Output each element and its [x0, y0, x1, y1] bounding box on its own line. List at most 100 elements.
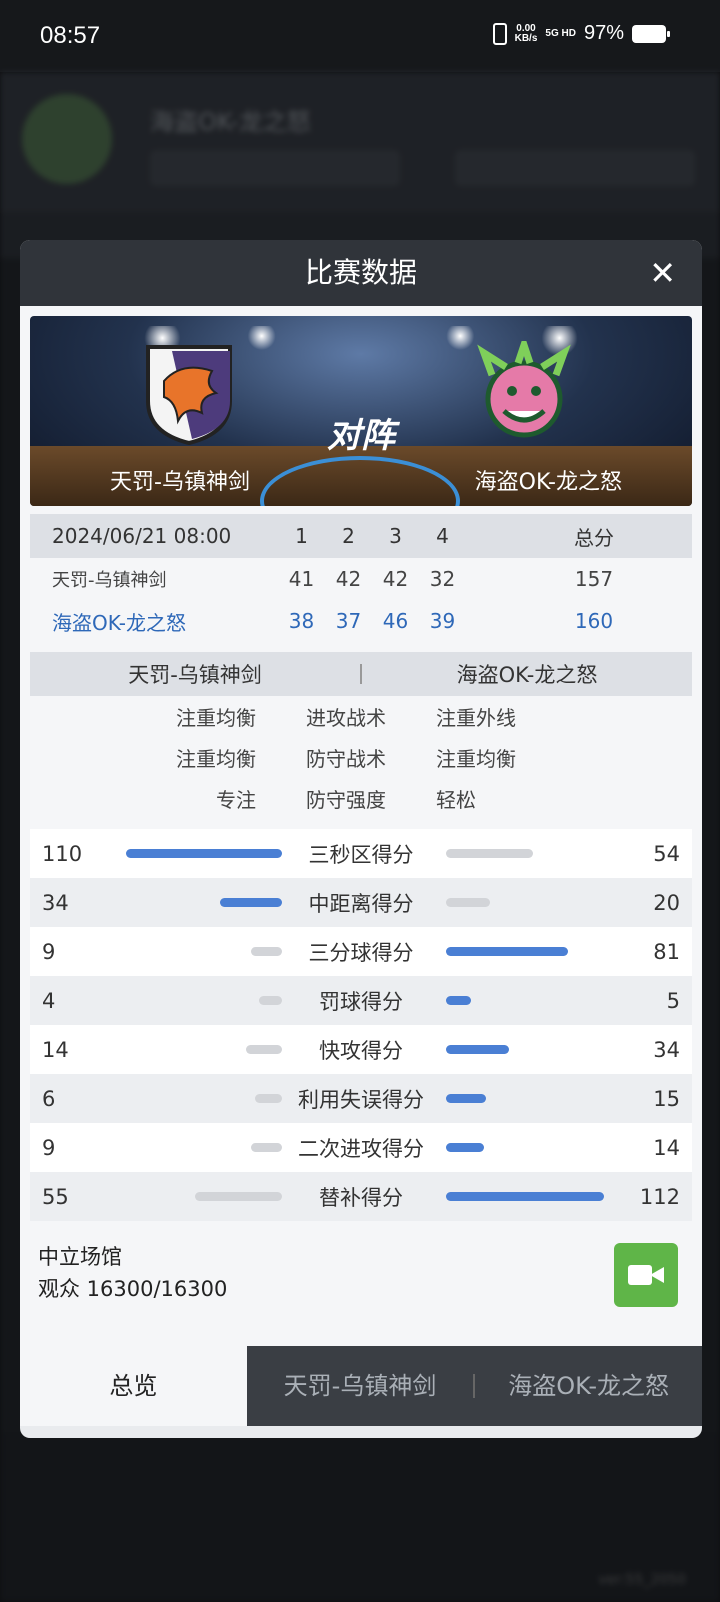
score-team-name: 天罚-乌镇神剑	[52, 570, 167, 591]
bg-header: 海盗OK-龙之怒	[0, 72, 720, 222]
stat-label: 罚球得分	[319, 989, 403, 1014]
close-icon[interactable]: ✕	[649, 240, 676, 306]
tactic-label: 进攻战术	[306, 706, 386, 730]
version-label: ver:55_2050	[598, 1572, 686, 1588]
vibrate-icon	[492, 22, 507, 45]
stat-label: 快攻得分	[319, 1038, 403, 1063]
stat-right-bar	[446, 947, 568, 956]
stat-row: 6 利用失误得分 15	[30, 1074, 692, 1123]
stat-row: 55 替补得分 112	[30, 1172, 692, 1221]
quarter-1-header: 1	[295, 524, 308, 548]
stat-right-bar	[446, 1094, 486, 1103]
video-camera-lens-icon	[650, 1267, 664, 1283]
stat-row: 14 快攻得分 34	[30, 1025, 692, 1074]
tactic-row: 注重均衡 进攻战术 注重外线	[30, 696, 692, 737]
bg-gem-field	[455, 150, 695, 186]
battery-percent: 97%	[583, 22, 624, 44]
video-camera-icon	[628, 1265, 652, 1285]
score-q2: 42	[335, 567, 362, 591]
score-q4: 39	[429, 609, 456, 633]
signal-icon: 5G HD	[545, 27, 576, 39]
tab-team1[interactable]: 天罚-乌镇神剑	[247, 1346, 474, 1426]
stat-right-value: 34	[653, 1037, 680, 1062]
stat-label: 二次进攻得分	[298, 1136, 424, 1161]
battery-icon	[632, 24, 670, 43]
attendance: 观众 16300/16300	[38, 1277, 228, 1301]
tactic-left: 专注	[216, 788, 256, 812]
tactic-right: 注重外线	[436, 706, 516, 730]
bg-team-title: 海盗OK-龙之怒	[150, 108, 311, 136]
stat-right-bar	[446, 1045, 509, 1054]
vs-label: 对阵	[327, 416, 395, 456]
stat-label: 三秒区得分	[308, 842, 414, 867]
score-row-team1: 天罚-乌镇神剑 41 42 42 32 157	[30, 558, 692, 600]
quarter-3-header: 3	[389, 524, 402, 548]
tactic-row: 专注 防守强度 轻松	[30, 778, 692, 819]
bg-coin-field	[150, 150, 400, 186]
stat-right-value: 112	[639, 1184, 680, 1209]
score-q3: 46	[382, 609, 409, 633]
tactic-label: 防守战术	[306, 747, 386, 771]
status-bar: 08:57 0.00 KB/s 5G HD 97%	[0, 0, 720, 72]
stat-right-value: 15	[653, 1086, 680, 1111]
stat-right-value: 5	[666, 988, 680, 1013]
score-total: 160	[574, 609, 614, 633]
tactic-row: 注重均衡 防守战术 注重均衡	[30, 737, 692, 778]
clock: 08:57	[40, 22, 101, 49]
stat-right-value: 14	[653, 1135, 680, 1160]
matchup-banner: 对阵 天罚-乌镇神剑 海盗OK-龙之怒	[30, 316, 692, 506]
stat-right-value: 81	[653, 939, 680, 964]
stat-row: 34 中距离得分 20	[30, 878, 692, 927]
score-row-team2: 海盗OK-龙之怒 38 37 46 39 160	[30, 600, 692, 642]
tactic-label: 防守强度	[306, 788, 386, 812]
tactic-left: 注重均衡	[176, 747, 256, 771]
venue-name: 中立场馆	[38, 1245, 122, 1269]
stat-row: 9 二次进攻得分 14	[30, 1123, 692, 1172]
score-header: 2024/06/21 08:00 1 2 3 4 总分	[30, 514, 692, 558]
arena-lights	[30, 326, 692, 366]
status-icons: 0.00 KB/s 5G HD 97%	[492, 22, 670, 45]
total-header: 总分	[574, 525, 614, 550]
tactics-team2: 海盗OK-龙之怒	[456, 663, 598, 687]
match-datetime: 2024/06/21 08:00	[52, 524, 232, 548]
modal-tabs: 总览 天罚-乌镇神剑 海盗OK-龙之怒	[20, 1346, 702, 1426]
tab-overview[interactable]: 总览	[20, 1346, 247, 1426]
score-q1: 41	[288, 567, 315, 591]
team2-name: 海盗OK-龙之怒	[474, 470, 622, 495]
stat-right-bar	[446, 1143, 484, 1152]
stat-row: 9 三分球得分 81	[30, 927, 692, 976]
score-q1: 38	[288, 609, 315, 633]
stat-label: 利用失误得分	[298, 1087, 424, 1112]
stats-list: 110 三秒区得分 54 34 中距离得分 20 9 三分球得分 81 4 罚球得分 5 14 快攻得分 3…	[30, 829, 692, 1221]
video-button[interactable]	[614, 1243, 678, 1307]
team1-name: 天罚-乌镇神剑	[110, 470, 250, 495]
stat-label: 中距离得分	[308, 891, 414, 916]
modal-body: 对阵 天罚-乌镇神剑 海盗OK-龙之怒 2024/06/21 08:00 1 2…	[20, 306, 702, 1346]
stat-right-value: 54	[653, 841, 680, 866]
score-q3: 42	[382, 567, 409, 591]
tactics-team1: 天罚-乌镇神剑	[128, 663, 262, 687]
modal-title: 比赛数据	[304, 256, 417, 289]
stat-row: 4 罚球得分 5	[30, 976, 692, 1025]
bg-team-logo	[22, 94, 112, 184]
tactic-right: 轻松	[436, 788, 476, 812]
score-q4: 32	[429, 567, 456, 591]
net-speed: 0.00 KB/s	[514, 22, 538, 44]
match-data-modal: 比赛数据 ✕ 对阵 天罚-乌镇神剑 海盗OK-龙之怒 2024/06/21 08…	[20, 240, 702, 1438]
stat-right-bar	[446, 1192, 604, 1201]
modal-header: 比赛数据 ✕	[20, 240, 702, 306]
score-team-name: 海盗OK-龙之怒	[52, 610, 186, 635]
quarter-4-header: 4	[436, 524, 449, 548]
tactics-header: 天罚-乌镇神剑 海盗OK-龙之怒	[30, 652, 692, 696]
stat-right-bar	[446, 898, 490, 907]
tab-team2[interactable]: 海盗OK-龙之怒	[475, 1346, 702, 1426]
stat-right-value: 20	[653, 890, 680, 915]
stat-right-bar	[446, 849, 533, 858]
score-total: 157	[574, 567, 614, 591]
stat-right-bar	[446, 996, 471, 1005]
score-q2: 37	[335, 609, 362, 633]
stat-row: 110 三秒区得分 54	[30, 829, 692, 878]
venue-info: 中立场馆 观众 16300/16300	[30, 1221, 692, 1317]
stat-label: 三分球得分	[308, 940, 414, 965]
quarter-2-header: 2	[342, 524, 355, 548]
